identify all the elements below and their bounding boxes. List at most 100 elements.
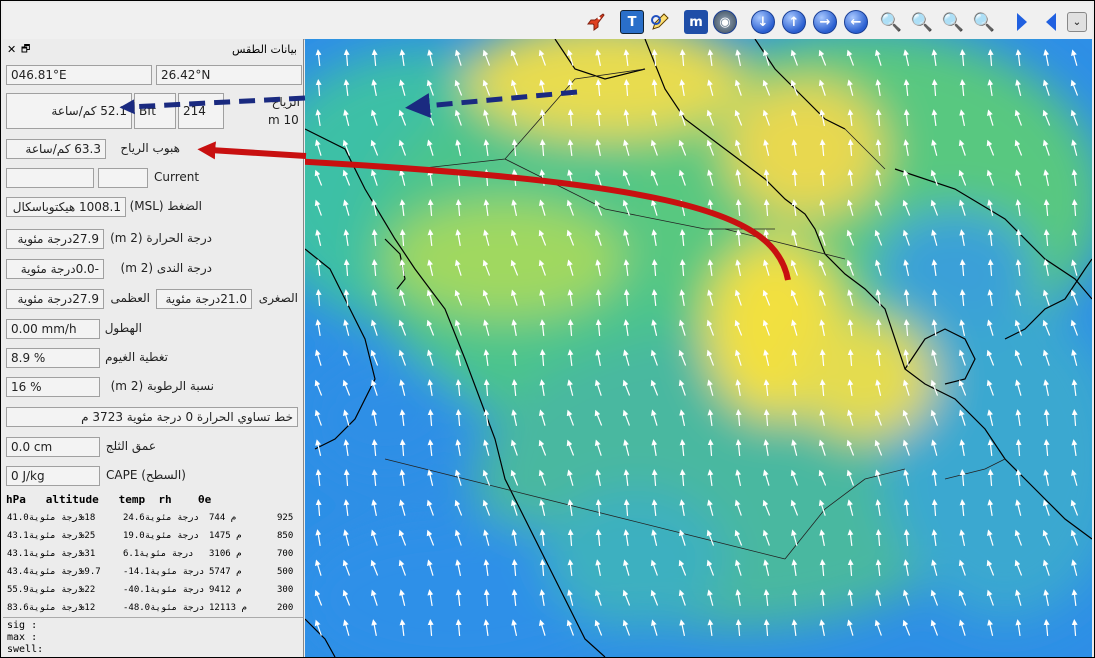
precip-row: 0.00 mm/h الهطول — [6, 317, 303, 341]
precip-label: الهطول — [104, 321, 142, 335]
zoom-1-1-icon[interactable]: 🔍 — [879, 10, 903, 34]
swell-label: swell: — [7, 644, 44, 655]
wind-row: 52.1 كم/ساعة Bft 214 الرياح m 10 — [6, 91, 303, 133]
sounding-thetae: 83.6درجة مئوية — [7, 603, 83, 613]
sounding-thetae: 43.1درجة مئوية — [7, 531, 83, 541]
sounding-alt: 3106 م — [209, 549, 242, 559]
close-button[interactable]: ✕ — [7, 43, 16, 56]
gust-value: 63.3 كم/ساعة — [6, 139, 106, 159]
sounding-hpa: 300 — [277, 585, 294, 595]
sounding-temp: 6.1درجة مئوية — [123, 549, 194, 559]
cape-label: CAPE (السطح) — [106, 468, 186, 482]
current-blank-1 — [6, 168, 94, 188]
freezing-row: خط تساوي الحرارة 0 درجة مئوية 3723 م — [6, 405, 303, 429]
sounding-hpa: 925 — [277, 513, 294, 523]
toolbar: T m ◉ ↓ ↑ → ← 🔍 🔍 🔍 🔍 ⌄ — [3, 3, 1092, 40]
gust-label: هبوب الرياح — [120, 141, 180, 155]
app-window: T m ◉ ↓ ↑ → ← 🔍 🔍 🔍 🔍 ⌄ ✕ 🗗 بيانات الطقس… — [0, 0, 1095, 658]
current-blank-2 — [98, 168, 148, 188]
temperature-label: درجة الحرارة (2 m) — [110, 231, 212, 245]
sounding-temp: 19.0درجة مئوية — [123, 531, 199, 541]
sounding-row: 83.6درجة مئوية %12 -48.0درجة مئوية 12113 م 2… — [5, 601, 301, 616]
rocket-icon[interactable] — [584, 10, 608, 34]
zoom-fit-icon[interactable]: 🔍 — [972, 10, 996, 34]
snow-value: 0.0 cm — [6, 437, 100, 457]
sounding-row: 43.1درجة مئوية %31 6.1درجة مئوية 3106 م 700 — [5, 547, 301, 562]
sounding-temp: -14.1درجة مئوية — [123, 567, 205, 577]
sounding-rh: %25 — [79, 531, 96, 541]
humidity-value: 16 % — [6, 377, 100, 397]
arrow-up-icon[interactable]: ↑ — [782, 10, 806, 34]
temperature-row: 27.9درجة مئوية درجة الحرارة (2 m) — [6, 227, 303, 251]
sounding-rh: %22 — [79, 585, 96, 595]
wind-label: الرياح — [271, 95, 300, 109]
restore-button[interactable]: 🗗 — [21, 42, 30, 59]
panel-header: ✕ 🗗 بيانات الطقس — [3, 39, 303, 61]
wind-speed-value: 52.1 كم/ساعة — [6, 93, 132, 129]
sounding-hpa: 850 — [277, 531, 294, 541]
zoom-out-icon[interactable]: 🔍 — [941, 10, 965, 34]
wind-bft-value: Bft — [134, 93, 176, 129]
wind-direction-value: 214 — [178, 93, 224, 129]
m-icon[interactable]: m — [684, 10, 708, 34]
play-back-icon[interactable] — [1039, 10, 1063, 34]
sounding-alt: 9412 م — [209, 585, 242, 595]
wind-map-svg — [305, 39, 1092, 657]
sounding-row: 55.9درجة مئوية %22 -40.1درجة مئوية 9412 م 30… — [5, 583, 301, 598]
latitude-value: 26.42°N — [156, 65, 302, 85]
weather-data-panel: ✕ 🗗 بيانات الطقس 046.81°E 26.42°N 52.1 ك… — [3, 39, 304, 657]
dewpoint-label: درجة الندى (2 m) — [120, 261, 212, 275]
text-icon[interactable]: T — [620, 10, 644, 34]
sounding-temp: 24.6درجة مئوية — [123, 513, 199, 523]
pressure-value: 1008.1 هيكتوباسكال — [6, 197, 126, 217]
sounding-table: hPa altitude temp rh θe 41.0درجة مئوية %1… — [3, 491, 303, 615]
cloud-value: 8.9 % — [6, 348, 100, 368]
sounding-hpa: 500 — [277, 567, 294, 577]
cloud-row: 8.9 % تغطية الغيوم — [6, 346, 303, 370]
play-forward-icon[interactable] — [1010, 10, 1034, 34]
tmax-label: العظمى — [110, 291, 150, 305]
cloud-label: تغطية الغيوم — [105, 350, 168, 364]
sounding-rh: %9.7 — [79, 567, 101, 577]
arrow-down-icon[interactable]: ↓ — [751, 10, 775, 34]
gust-row: 63.3 كم/ساعة هبوب الرياح — [6, 137, 303, 161]
globe-icon[interactable]: ◉ — [713, 10, 737, 34]
zoom-in-icon[interactable]: 🔍 — [910, 10, 934, 34]
sounding-thetae: 41.0درجة مئوية — [7, 513, 83, 523]
sounding-rh: %18 — [79, 513, 96, 523]
weather-map[interactable] — [305, 39, 1092, 657]
wind-level: m 10 — [268, 113, 299, 127]
freezing-level-value: خط تساوي الحرارة 0 درجة مئوية 3723 م — [6, 407, 298, 427]
longitude-value: 046.81°E — [6, 65, 152, 85]
cape-row: 0 J/kg CAPE (السطح) — [6, 464, 303, 488]
sounding-alt: 12113 م — [209, 603, 247, 613]
precip-value: 0.00 mm/h — [6, 319, 100, 339]
minmax-row: 27.9درجة مئوية العظمى 21.0درجة مئوية الص… — [6, 287, 303, 311]
color-field — [305, 39, 1092, 657]
humidity-row: 16 % نسبة الرطوبة (2 m) — [6, 375, 303, 399]
dewpoint-row: -0.0درجة مئوية درجة الندى (2 m) — [6, 257, 303, 281]
pressure-row: 1008.1 هيكتوباسكال الضغط (MSL) — [6, 195, 303, 219]
sounding-hpa: 700 — [277, 549, 294, 559]
snow-row: 0.0 cm عمق الثلج — [6, 435, 303, 459]
sounding-alt: 5747 م — [209, 567, 242, 577]
tmin-label: الصغرى — [258, 291, 298, 305]
arrow-left-icon[interactable]: ← — [844, 10, 868, 34]
sea-info: sig : max : swell: — [3, 617, 303, 657]
edit-icon[interactable] — [648, 10, 672, 34]
sounding-temp: -40.1درجة مئوية — [123, 585, 205, 595]
arrow-right-icon[interactable]: → — [813, 10, 837, 34]
dewpoint-value: -0.0درجة مئوية — [6, 259, 104, 279]
dropdown-icon[interactable]: ⌄ — [1067, 12, 1087, 32]
humidity-label: نسبة الرطوبة (2 m) — [110, 379, 214, 393]
sounding-alt: 1475 م — [209, 531, 242, 541]
sounding-temp: -48.0درجة مئوية — [123, 603, 205, 613]
tmax-value: 27.9درجة مئوية — [6, 289, 104, 309]
current-row: Current — [6, 166, 303, 190]
panel-title: بيانات الطقس — [231, 43, 297, 56]
temperature-value: 27.9درجة مئوية — [6, 229, 104, 249]
sounding-thetae: 43.1درجة مئوية — [7, 549, 83, 559]
sig-label: sig : — [7, 620, 38, 631]
sounding-header: hPa altitude temp rh θe — [6, 493, 212, 506]
coords-row: 046.81°E 26.42°N — [6, 63, 303, 87]
